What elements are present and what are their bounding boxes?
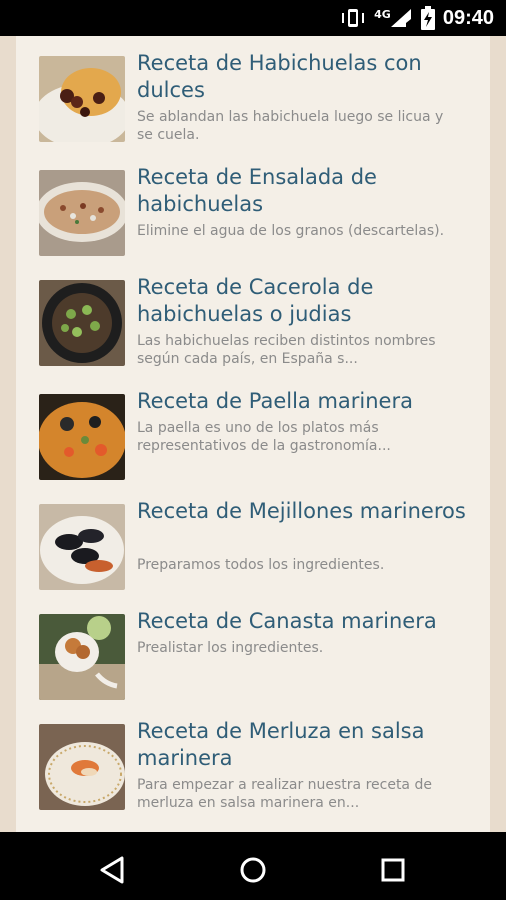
recipe-item[interactable]: Receta de Habichuelas con dulces Se abla…: [39, 51, 479, 148]
clock: 09:40: [442, 6, 494, 29]
recents-icon[interactable]: [375, 852, 411, 888]
recipe-description: Prealistar los ingredientes.: [137, 640, 324, 656]
recipe-item[interactable]: Receta de Mejillones marineros Preparamo…: [39, 499, 479, 596]
recipe-description: Para empezar a realizar nuestra receta d…: [137, 777, 432, 811]
vibrate-icon: [342, 9, 365, 27]
back-icon[interactable]: [96, 852, 132, 888]
recipe-thumbnail: [39, 724, 125, 810]
recipe-title: Receta de Mejillones marineros: [137, 499, 466, 523]
recipe-title: Receta de Ensalada de habichuelas: [137, 165, 377, 216]
recipe-description: Preparamos todos los ingredientes.: [137, 557, 385, 573]
home-icon[interactable]: [235, 852, 271, 888]
recipe-thumbnail: [39, 170, 125, 256]
recipe-thumbnail: [39, 614, 125, 700]
recipe-list: Receta de Habichuelas con dulces Se abla…: [16, 36, 490, 832]
recipe-description: Las habichuelas reciben distintos nombre…: [137, 333, 436, 367]
recipe-item[interactable]: Receta de Ensalada de habichuelas Elimin…: [39, 165, 479, 262]
recipe-item[interactable]: Receta de Canasta marinera Prealistar lo…: [39, 609, 479, 706]
recipe-title: Receta de Habichuelas con dulces: [137, 51, 422, 102]
recipe-description: Elimine el agua de los granos (descartel…: [137, 223, 445, 239]
recipe-item[interactable]: Receta de Cacerola de habichuelas o judi…: [39, 275, 479, 372]
status-bar: 4G 09:40: [0, 0, 506, 36]
signal-icon: [390, 9, 411, 27]
recipe-item[interactable]: Receta de Paella marinera La paella es u…: [39, 389, 479, 486]
recipe-title: Receta de Canasta marinera: [137, 609, 437, 633]
recipe-description: La paella es uno de los platos más repre…: [137, 420, 391, 454]
recipe-title: Receta de Cacerola de habichuelas o judi…: [137, 275, 374, 326]
recipe-thumbnail: [39, 56, 125, 142]
recipe-item[interactable]: Receta de Merluza en salsa marinera Para…: [39, 719, 479, 816]
recipe-title: Receta de Merluza en salsa marinera: [137, 719, 425, 770]
battery-charging-icon: [420, 6, 435, 30]
recipe-description: Se ablandan las habichuela luego se licu…: [137, 109, 444, 143]
recipe-thumbnail: [39, 394, 125, 480]
recipe-thumbnail: [39, 280, 125, 366]
recipe-thumbnail: [39, 504, 125, 590]
navigation-bar: [0, 832, 506, 900]
recipe-title: Receta de Paella marinera: [137, 389, 413, 413]
